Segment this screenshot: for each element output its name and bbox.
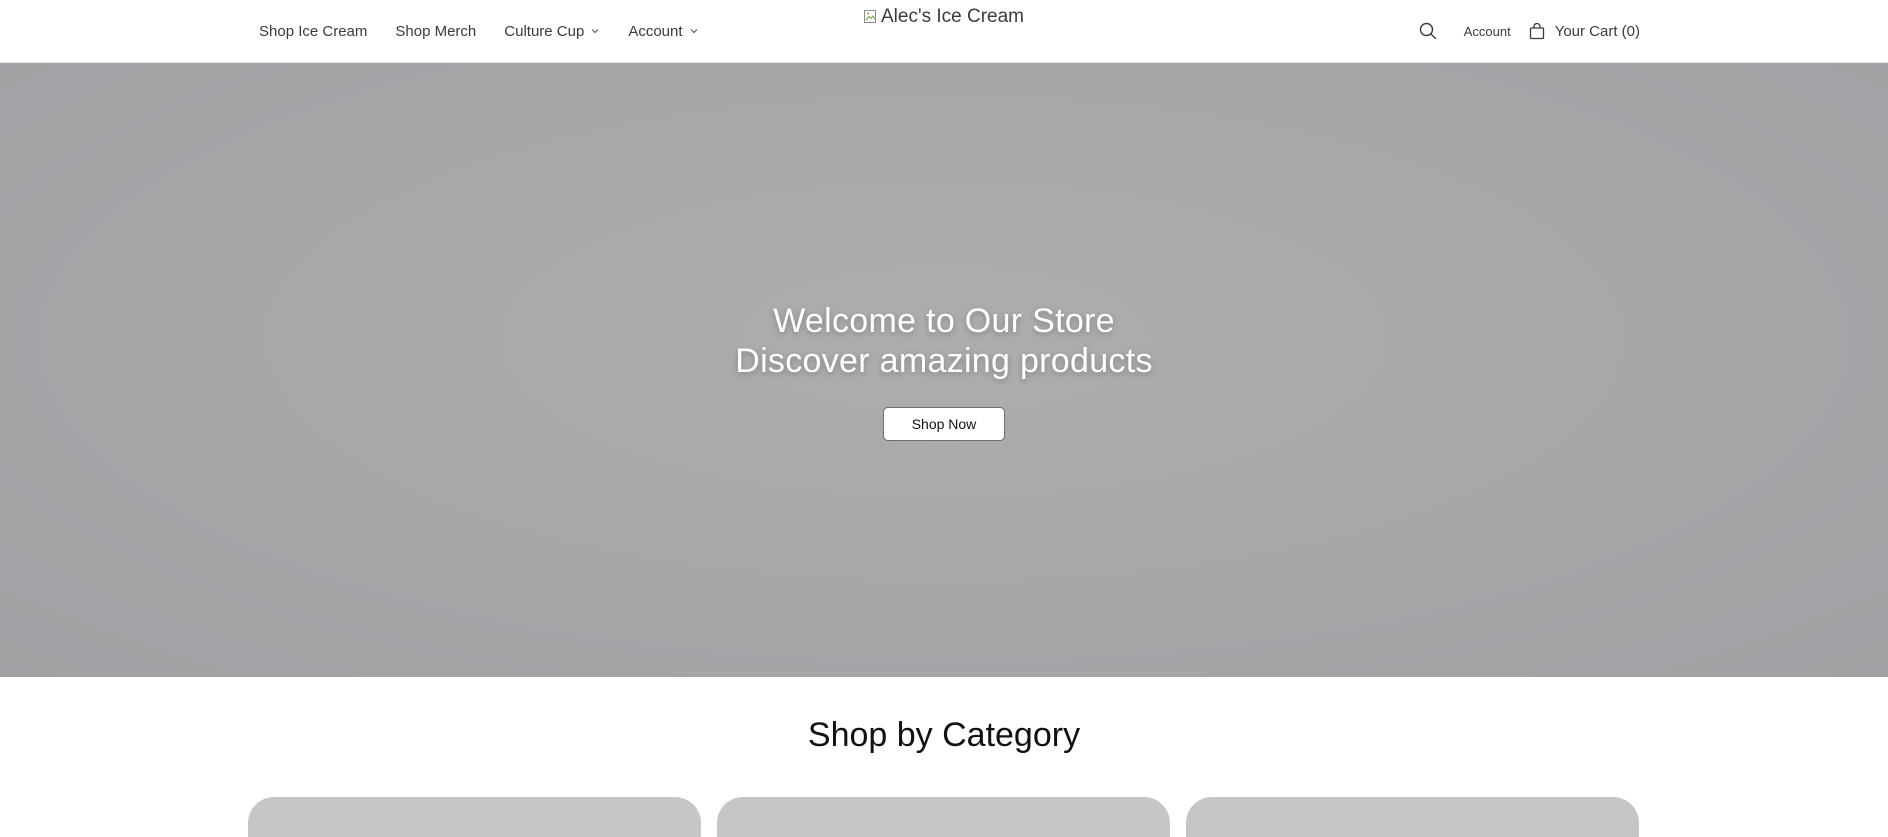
main-nav: Shop Ice Cream Shop Merch Culture Cup Ac…	[259, 0, 699, 62]
chevron-down-icon	[591, 29, 599, 34]
account-link[interactable]: Account	[1464, 24, 1511, 39]
hero-banner: Welcome to Our Store Discover amazing pr…	[0, 63, 1888, 677]
nav-shop-merch-label: Shop Merch	[395, 22, 477, 40]
site-header: Shop Ice Cream Shop Merch Culture Cup Ac…	[0, 0, 1888, 63]
site-logo[interactable]: Alec's Ice Cream	[863, 6, 1024, 28]
category-card[interactable]	[248, 797, 701, 837]
category-section-title: Shop by Category	[807, 716, 1081, 754]
logo-alt-text: Alec's Ice Cream	[881, 6, 1025, 27]
cart-label: Your Cart (0)	[1554, 22, 1640, 40]
shop-now-button[interactable]: Shop Now	[883, 407, 1005, 441]
nav-culture-cup[interactable]: Culture Cup	[504, 23, 600, 40]
nav-account-label: Account	[628, 22, 683, 40]
search-button[interactable]	[1417, 20, 1439, 42]
category-section: Shop by Category	[0, 677, 1888, 837]
shopping-bag-icon	[1529, 22, 1544, 39]
hero-title-line1: Welcome to Our Store	[773, 302, 1115, 340]
nav-shop-ice-cream[interactable]: Shop Ice Cream	[259, 23, 367, 40]
nav-account[interactable]: Account	[628, 23, 698, 40]
nav-shop-ice-cream-label: Shop Ice Cream	[259, 22, 368, 40]
hero-content: Welcome to Our Store Discover amazing pr…	[0, 301, 1888, 441]
chevron-down-icon	[690, 29, 697, 34]
hero-title-line2: Discover amazing products	[735, 342, 1153, 380]
broken-image-icon	[864, 10, 876, 23]
category-card[interactable]	[1186, 797, 1639, 837]
nav-shop-merch[interactable]: Shop Merch	[395, 23, 476, 40]
header-actions: Account Your Cart (0)	[1417, 0, 1640, 62]
search-icon	[1419, 22, 1436, 40]
cart-link[interactable]: Your Cart (0)	[1529, 22, 1640, 40]
hero-title: Welcome to Our Store Discover amazing pr…	[0, 301, 1888, 381]
category-card[interactable]	[717, 797, 1170, 837]
nav-culture-cup-label: Culture Cup	[504, 22, 585, 40]
